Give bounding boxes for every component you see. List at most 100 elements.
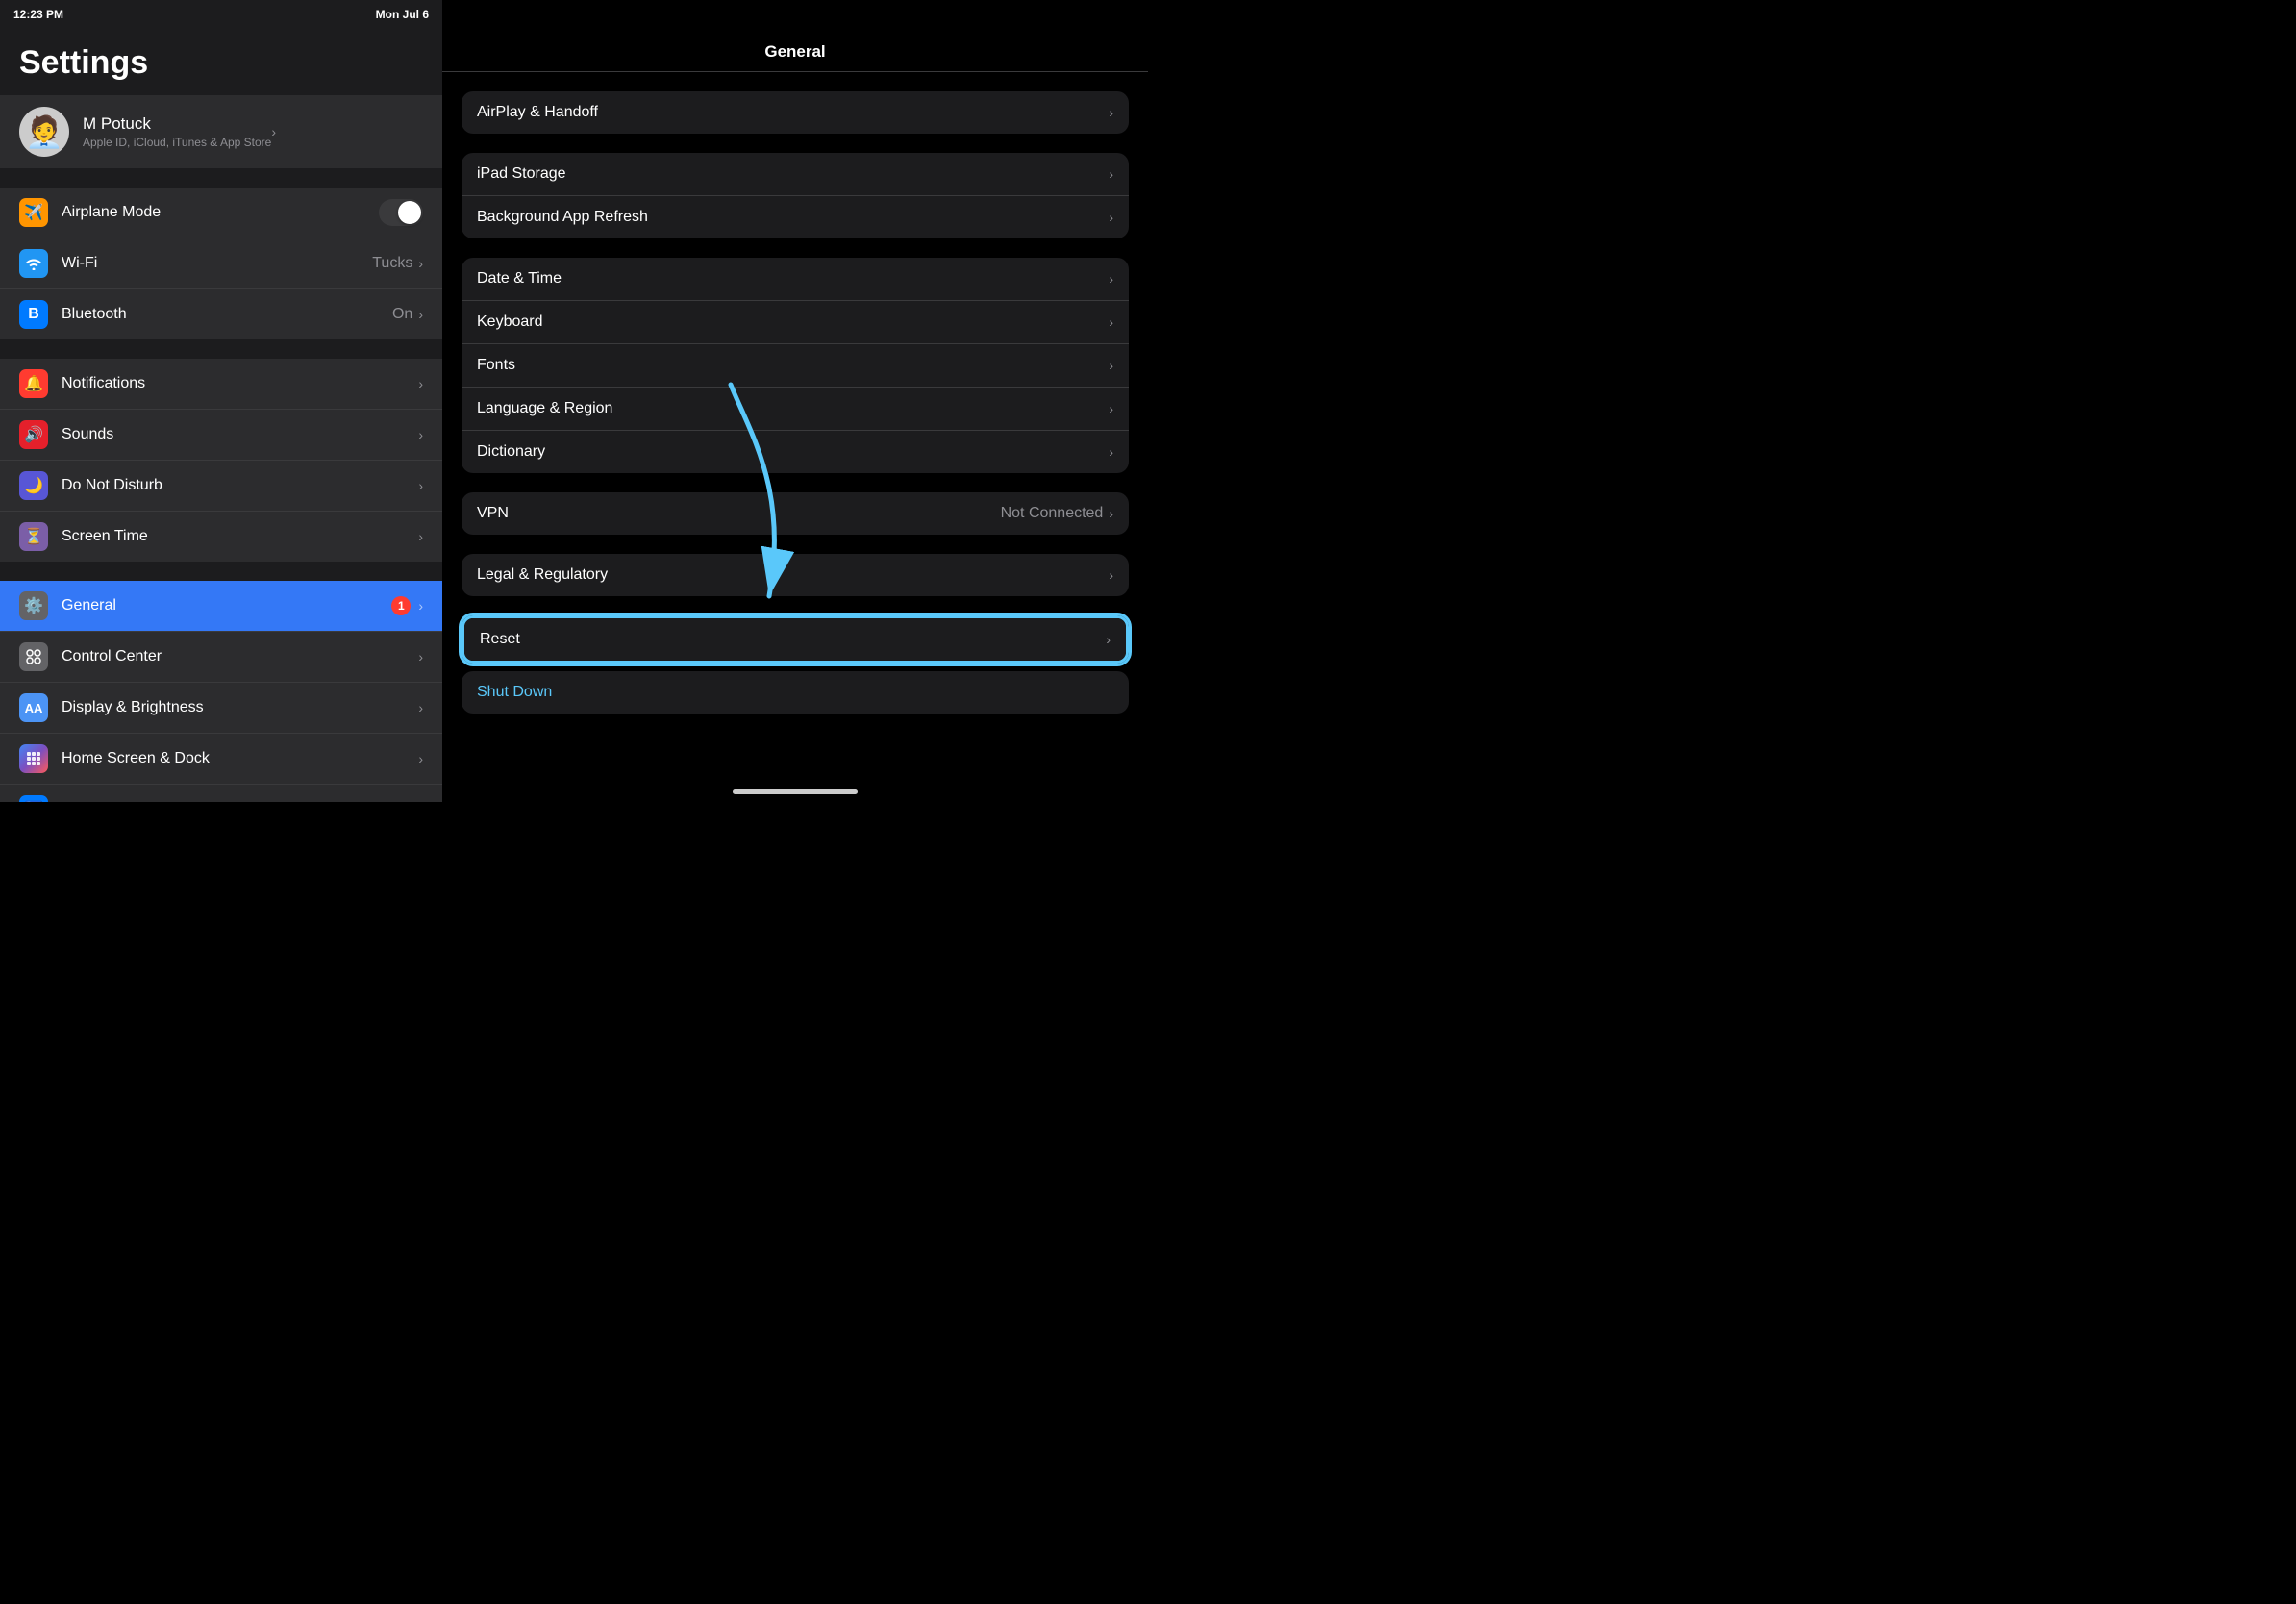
sidebar-item-accessibility[interactable]: ♿ Accessibility › <box>0 785 442 802</box>
sidebar-item-airplane-mode[interactable]: ✈️ Airplane Mode <box>0 188 442 238</box>
main-title: General <box>442 29 1148 72</box>
airplane-mode-toggle[interactable] <box>379 199 423 226</box>
fonts-row[interactable]: Fonts › <box>462 344 1129 388</box>
notifications-label: Notifications <box>62 375 418 392</box>
ipad-storage-label: iPad Storage <box>477 165 1109 183</box>
main-content: 52% General AirPlay & Handoff › iPad Sto… <box>442 0 1148 802</box>
legal-regulatory-row[interactable]: Legal & Regulatory › <box>462 554 1129 596</box>
sounds-label: Sounds <box>62 426 418 443</box>
airplane-mode-label: Airplane Mode <box>62 204 379 221</box>
storage-section: iPad Storage › Background App Refresh › <box>462 153 1129 238</box>
sidebar: 12:23 PM Mon Jul 6 Settings 🧑‍💼 M Potuck… <box>0 0 442 802</box>
keyboard-label: Keyboard <box>477 313 1109 331</box>
home-screen-label: Home Screen & Dock <box>62 750 418 767</box>
sidebar-item-do-not-disturb[interactable]: 🌙 Do Not Disturb › <box>0 461 442 512</box>
toggle-thumb <box>398 201 421 224</box>
status-time: 12:23 PM <box>13 8 63 21</box>
do-not-disturb-icon: 🌙 <box>19 471 48 500</box>
keyboard-row[interactable]: Keyboard › <box>462 301 1129 344</box>
user-subtitle: Apple ID, iCloud, iTunes & App Store <box>83 136 271 149</box>
bluetooth-value: On <box>392 306 412 323</box>
sidebar-item-display-brightness[interactable]: AA Display & Brightness › <box>0 683 442 734</box>
airplay-section: AirPlay & Handoff › <box>462 91 1129 134</box>
datetime-section: Date & Time › Keyboard › Fonts › Languag… <box>462 258 1129 473</box>
vpn-chevron: › <box>1109 506 1113 521</box>
bluetooth-label: Bluetooth <box>62 306 392 323</box>
wifi-value: Tucks <box>372 255 412 272</box>
background-refresh-chevron: › <box>1109 210 1113 225</box>
notifications-section: 🔔 Notifications › 🔊 Sounds › <box>0 359 442 562</box>
display-brightness-chevron: › <box>418 700 423 715</box>
sidebar-item-sounds[interactable]: 🔊 Sounds › <box>0 410 442 461</box>
sidebar-item-wifi[interactable]: Wi-Fi Tucks › <box>0 238 442 289</box>
airplay-handoff-chevron: › <box>1109 105 1113 120</box>
accessibility-icon: ♿ <box>19 795 48 802</box>
avatar: 🧑‍💼 <box>19 107 69 157</box>
sidebar-item-screen-time[interactable]: ⏳ Screen Time › <box>0 512 442 562</box>
airplay-handoff-label: AirPlay & Handoff <box>477 104 1109 121</box>
wifi-label: Wi-Fi <box>62 255 372 272</box>
shutdown-label: Shut Down <box>477 684 552 701</box>
legal-regulatory-label: Legal & Regulatory <box>477 566 1109 584</box>
vpn-value: Not Connected <box>1001 505 1104 522</box>
reset-chevron: › <box>1106 632 1111 647</box>
home-screen-chevron: › <box>418 751 423 766</box>
sidebar-title: Settings <box>0 35 442 95</box>
general-chevron: › <box>418 598 423 614</box>
ipad-storage-chevron: › <box>1109 166 1113 182</box>
display-brightness-label: Display & Brightness <box>62 699 418 716</box>
accessibility-label: Accessibility <box>62 801 418 802</box>
sidebar-item-notifications[interactable]: 🔔 Notifications › <box>0 359 442 410</box>
control-center-label: Control Center <box>62 648 418 665</box>
sidebar-item-home-screen-dock[interactable]: Home Screen & Dock › <box>0 734 442 785</box>
language-region-chevron: › <box>1109 401 1113 416</box>
right-status-bar: 52% <box>885 0 1148 29</box>
user-info: M Potuck Apple ID, iCloud, iTunes & App … <box>83 114 271 149</box>
sounds-chevron: › <box>418 427 423 442</box>
general-icon: ⚙️ <box>19 591 48 620</box>
dictionary-label: Dictionary <box>477 443 1109 461</box>
home-indicator <box>733 789 858 794</box>
control-center-chevron: › <box>418 649 423 664</box>
shutdown-section: Shut Down <box>462 671 1129 714</box>
status-bar: 12:23 PM Mon Jul 6 <box>0 0 442 29</box>
sidebar-item-control-center[interactable]: Control Center › <box>0 632 442 683</box>
airplay-handoff-row[interactable]: AirPlay & Handoff › <box>462 91 1129 134</box>
airplane-mode-icon: ✈️ <box>19 198 48 227</box>
display-brightness-icon: AA <box>19 693 48 722</box>
user-profile[interactable]: 🧑‍💼 M Potuck Apple ID, iCloud, iTunes & … <box>0 95 442 168</box>
background-refresh-label: Background App Refresh <box>477 209 1109 226</box>
control-center-icon <box>19 642 48 671</box>
system-section: ⚙️ General 1 › <box>0 581 442 802</box>
date-time-row[interactable]: Date & Time › <box>462 258 1129 301</box>
dictionary-row[interactable]: Dictionary › <box>462 431 1129 473</box>
sidebar-item-general[interactable]: ⚙️ General 1 › <box>0 581 442 632</box>
screen-time-label: Screen Time <box>62 528 418 545</box>
vpn-label: VPN <box>477 505 1001 522</box>
wifi-chevron: › <box>418 256 423 271</box>
status-date: Mon Jul 6 <box>376 8 429 21</box>
screen-time-icon: ⏳ <box>19 522 48 551</box>
language-region-row[interactable]: Language & Region › <box>462 388 1129 431</box>
wifi-icon <box>19 249 48 278</box>
ipad-storage-row[interactable]: iPad Storage › <box>462 153 1129 196</box>
vpn-row[interactable]: VPN Not Connected › <box>462 492 1129 535</box>
fonts-chevron: › <box>1109 358 1113 373</box>
general-badge: 1 <box>391 596 411 615</box>
background-refresh-row[interactable]: Background App Refresh › <box>462 196 1129 238</box>
reset-section: Reset › <box>462 615 1129 664</box>
sidebar-item-bluetooth[interactable]: B Bluetooth On › <box>0 289 442 339</box>
user-name: M Potuck <box>83 114 271 134</box>
sounds-icon: 🔊 <box>19 420 48 449</box>
bluetooth-icon: B <box>19 300 48 329</box>
vpn-section: VPN Not Connected › <box>462 492 1129 535</box>
dictionary-chevron: › <box>1109 444 1113 460</box>
general-label: General <box>62 597 391 614</box>
date-time-label: Date & Time <box>477 270 1109 288</box>
do-not-disturb-chevron: › <box>418 478 423 493</box>
legal-section: Legal & Regulatory › <box>462 554 1129 596</box>
keyboard-chevron: › <box>1109 314 1113 330</box>
reset-row[interactable]: Reset › <box>464 618 1126 661</box>
reset-label: Reset <box>480 631 1106 648</box>
shutdown-row[interactable]: Shut Down <box>462 671 1129 714</box>
